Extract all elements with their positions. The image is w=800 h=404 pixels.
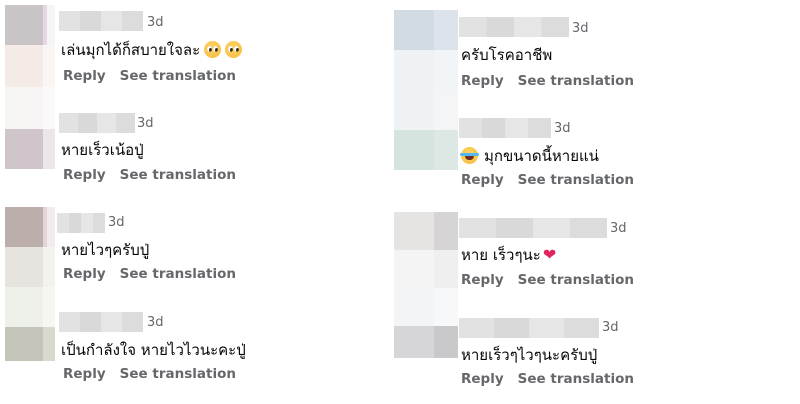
avatar-strip-right: [394, 10, 458, 170]
reply-button[interactable]: Reply: [63, 167, 106, 183]
author-name-redacted[interactable]: [59, 11, 143, 31]
reply-button[interactable]: Reply: [461, 371, 504, 387]
pleading-face-emoji: [225, 41, 243, 58]
avatar-strip-left: [5, 5, 55, 169]
author-name-redacted[interactable]: [59, 312, 143, 332]
comment-actions: Reply See translation: [461, 371, 634, 387]
comment-actions: Reply See translation: [63, 167, 236, 183]
comment-time: 3d: [108, 215, 125, 230]
reply-button[interactable]: Reply: [63, 366, 106, 382]
comment-actions: Reply See translation: [461, 73, 634, 89]
see-translation-link[interactable]: See translation: [518, 272, 634, 288]
avatar-strip-left-lower: [5, 207, 55, 361]
reply-button[interactable]: Reply: [63, 266, 106, 282]
comment-actions: Reply See translation: [63, 266, 236, 282]
see-translation-link[interactable]: See translation: [518, 73, 634, 89]
comment-text: หาย เร็วๆนะ ❤: [461, 245, 557, 264]
comment-time: 3d: [610, 221, 627, 236]
see-translation-link[interactable]: See translation: [120, 68, 236, 84]
author-name-redacted[interactable]: [459, 118, 551, 138]
reply-button[interactable]: Reply: [461, 272, 504, 288]
author-name-redacted[interactable]: [459, 218, 607, 238]
pleading-face-emoji: [204, 41, 222, 58]
comment-time: 3d: [572, 21, 589, 36]
see-translation-link[interactable]: See translation: [120, 167, 236, 183]
comment-time: 3d: [554, 121, 571, 136]
see-translation-link[interactable]: See translation: [120, 366, 236, 382]
comment-text: มุกขนาดนี้หายแน่: [460, 144, 599, 168]
comment-time: 3d: [147, 315, 164, 330]
comment-time: 3d: [137, 116, 154, 131]
reply-button[interactable]: Reply: [461, 172, 504, 188]
comment-text: เป็นกำลังใจ หายไวไวนะคะปู่: [61, 341, 246, 359]
comment-text: เล่นมุกได้ก็สบายใจละ: [61, 38, 243, 62]
author-name-redacted[interactable]: [459, 17, 569, 37]
author-name-redacted[interactable]: [59, 113, 135, 133]
comment-actions: Reply See translation: [63, 68, 236, 84]
comment-actions: Reply See translation: [63, 366, 236, 382]
reply-button[interactable]: Reply: [63, 68, 106, 84]
author-name-redacted[interactable]: [459, 318, 599, 338]
see-translation-link[interactable]: See translation: [518, 371, 634, 387]
face-with-tears-of-joy-emoji: [460, 147, 479, 164]
author-name-redacted[interactable]: [57, 213, 105, 233]
comment-text: หายเร็วๆไวๆนะครับปู่: [461, 346, 598, 364]
comment-text: หายเร็วเน้อปู่: [61, 141, 144, 159]
avatar-strip-right-lower: [394, 212, 458, 358]
see-translation-link[interactable]: See translation: [518, 172, 634, 188]
comment-actions: Reply See translation: [461, 172, 634, 188]
comment-text: หายไวๆครับปู่: [61, 241, 150, 259]
see-translation-link[interactable]: See translation: [120, 266, 236, 282]
reply-button[interactable]: Reply: [461, 73, 504, 89]
comment-text: ครับโรคอาชีพ: [461, 46, 553, 64]
red-heart-emoji: ❤: [542, 245, 557, 264]
comment-time: 3d: [147, 15, 164, 30]
comment-time: 3d: [602, 320, 619, 335]
comment-actions: Reply See translation: [461, 272, 634, 288]
